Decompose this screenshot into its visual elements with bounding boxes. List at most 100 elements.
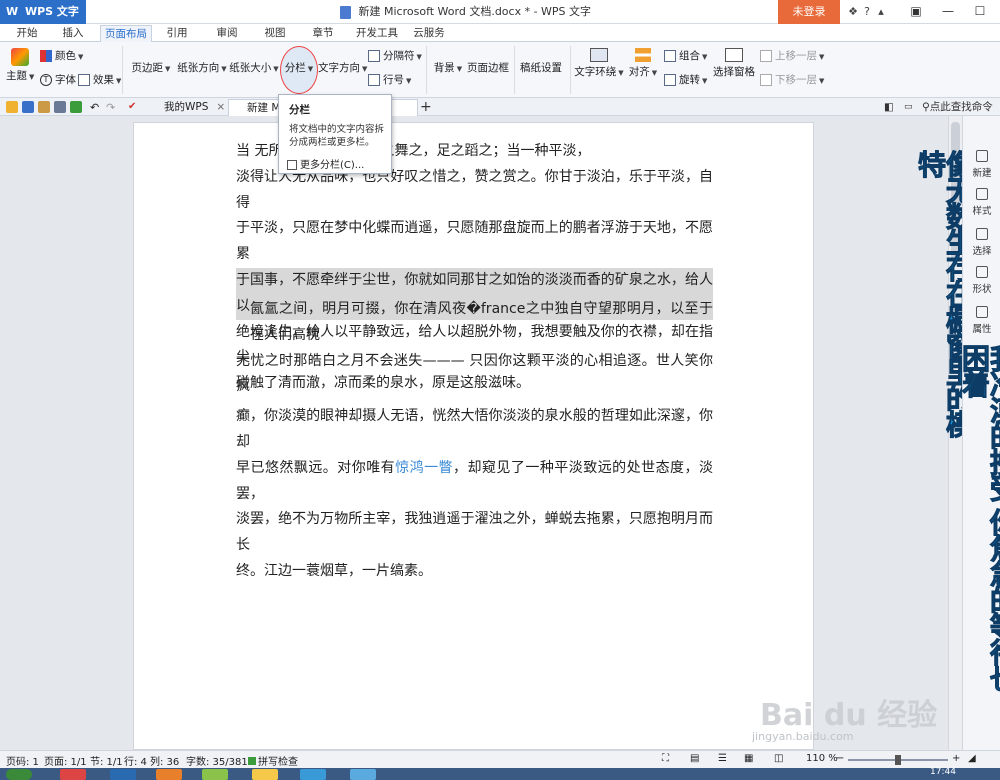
new-tab-button[interactable]: +	[420, 98, 432, 116]
effect-label: 效果	[93, 74, 114, 86]
page-size-button[interactable]: 纸张大小 ▼	[228, 48, 377, 190]
columns-button[interactable]: 分栏 ▼	[282, 48, 431, 190]
outline-view-icon[interactable]: ☰	[718, 753, 727, 764]
taskbar-app-icon[interactable]	[202, 769, 228, 780]
zoom-slider-thumb[interactable]	[895, 755, 901, 765]
tab-insert[interactable]: 插入	[56, 25, 90, 42]
zoom-in-button[interactable]: +	[952, 753, 960, 764]
open-icon[interactable]	[6, 101, 18, 113]
more-columns-item[interactable]: 更多分栏(C)...	[287, 156, 364, 171]
tab-review[interactable]: 审阅	[210, 25, 244, 42]
theme-button[interactable]: 主题 ▼	[6, 48, 34, 83]
print-preview-icon[interactable]	[70, 101, 82, 113]
tab-chapter[interactable]: 章节	[306, 25, 340, 42]
text-wrap-button[interactable]: 文字环绕 ▼	[574, 48, 624, 79]
text-line: 终。江边一蓑烟草，一片缟素。	[236, 562, 432, 579]
paragraph-2[interactable]: 氤氲之间，明月可掇，你在清风夜�france之中独自守望那明月，以至于在人们高枕…	[236, 297, 713, 585]
effect-button[interactable]: 效果 ▼	[78, 72, 121, 87]
redo-icon[interactable]: ↷	[106, 101, 120, 114]
collapse-icon[interactable]: ◧	[884, 98, 894, 116]
search-command[interactable]: ⚲点此查找命令	[922, 98, 993, 116]
panel-properties[interactable]: 属性	[963, 306, 1000, 335]
tab-references[interactable]: 引用	[160, 25, 194, 42]
panel-style[interactable]: 样式	[963, 188, 1000, 217]
theme-label: 主题	[6, 70, 27, 82]
tab-view[interactable]: 视图	[258, 25, 292, 42]
pin-icon[interactable]: ✔	[128, 101, 140, 113]
tab-cloud[interactable]: 云服务	[408, 25, 450, 42]
tab-page-layout[interactable]: 页面布局	[100, 25, 152, 42]
taskbar-app-icon[interactable]	[60, 769, 86, 780]
zoom-level[interactable]: 110 %	[806, 753, 838, 764]
selection-pane-button[interactable]: 选择窗格	[712, 48, 756, 79]
taskbar-app-icon[interactable]	[110, 769, 136, 780]
text-direction-button[interactable]: 文字方向 ▼	[318, 48, 467, 190]
separator-button[interactable]: 分隔符 ▼	[368, 48, 422, 63]
zoom-out-button[interactable]: −	[836, 753, 844, 764]
color-label: 颜色	[55, 50, 76, 62]
shape-icon	[976, 266, 988, 278]
status-word-count[interactable]: 字数: 35/381	[186, 753, 248, 768]
app-menu-button[interactable]: W WPS 文字 ▼	[0, 0, 86, 41]
search-icon: ⚲	[922, 101, 930, 113]
restore-icon[interactable]: ▭	[904, 98, 913, 116]
separator-label: 分隔符	[383, 50, 415, 62]
login-button[interactable]: 未登录	[778, 0, 840, 24]
line-number-button[interactable]: 行号 ▼	[368, 72, 411, 87]
quick-access-bar: ↶ ↷ ✔ 我的WPS × 新建 Mi + ◧ ▭ ⚲点此查找命令	[0, 98, 1000, 116]
fullscreen-icon[interactable]: ⛶	[662, 753, 669, 764]
panel-select-label: 选择	[972, 246, 992, 257]
watermark-logo: Bai du 经验	[760, 698, 938, 733]
tab-my-wps[interactable]: 我的WPS ×	[146, 99, 228, 116]
taskbar-app-icon[interactable]	[252, 769, 278, 780]
help-icon[interactable]: ?	[860, 0, 874, 24]
wps-logo-icon: W	[6, 5, 19, 18]
columns-label: 分栏	[284, 62, 306, 74]
tab-home[interactable]: 开始	[10, 25, 44, 42]
theme-icon	[11, 48, 29, 66]
color-button[interactable]: 颜色 ▼	[40, 48, 83, 63]
restore-down-icon[interactable]: ▣	[900, 0, 932, 22]
read-mode-icon[interactable]: ◫	[774, 753, 783, 764]
maximize-button[interactable]: ☐	[964, 0, 996, 22]
minimize-button[interactable]: —	[932, 0, 964, 22]
close-icon[interactable]: ×	[216, 101, 225, 113]
divider	[570, 46, 571, 94]
hyperlink[interactable]: 惊鸿一瞥	[395, 460, 453, 476]
panel-select[interactable]: 选择	[963, 228, 1000, 257]
rotate-button[interactable]: 旋转 ▼	[664, 72, 707, 87]
save-icon[interactable]	[22, 101, 34, 113]
ribbon: 主题▼ 颜色▼ T字体▼ 效果▼ 页边距▼ 纸张方向▼ 纸张大小▼ 分栏▼ 文字…	[0, 42, 1000, 190]
watermark-url: jingyan.baidu.com	[752, 730, 854, 743]
page-border-button[interactable]: 页面边框	[466, 48, 615, 190]
background-button[interactable]: 背景 ▼	[432, 48, 581, 190]
tooltip-title: 分栏	[289, 104, 310, 116]
tab-developer[interactable]: 开发工具	[350, 25, 404, 42]
margin-button[interactable]: 页边距 ▼	[128, 48, 277, 190]
font-button[interactable]: T字体▼	[40, 72, 83, 87]
style-icon	[976, 188, 988, 200]
export-pdf-icon[interactable]	[38, 101, 50, 113]
taskbar-app-icon[interactable]	[156, 769, 182, 780]
draft-paper-button[interactable]: 稿纸设置	[518, 48, 667, 190]
page-view-icon[interactable]: ▤	[690, 753, 699, 764]
orientation-button[interactable]: 纸张方向 ▼	[176, 48, 325, 190]
rotate-icon	[664, 74, 676, 86]
taskbar-app-icon[interactable]	[350, 769, 376, 780]
taskbar-app-icon[interactable]	[300, 769, 326, 780]
undo-icon[interactable]: ↶	[90, 101, 104, 114]
window-title-text: 新建 Microsoft Word 文档.docx * - WPS 文字	[358, 5, 592, 18]
bring-forward-button[interactable]: 上移一层 ▼	[760, 48, 824, 63]
start-icon[interactable]	[6, 769, 32, 780]
print-icon[interactable]	[54, 101, 66, 113]
send-backward-button[interactable]: 下移一层 ▼	[760, 72, 824, 87]
skin-icon[interactable]: ❖	[846, 0, 860, 24]
align-button[interactable]: 对齐 ▼	[626, 48, 660, 79]
line-number-label: 行号	[383, 74, 404, 86]
spell-check-toggle[interactable]: 拼写检查	[248, 753, 298, 768]
panel-new[interactable]: 新建	[963, 150, 1000, 179]
web-view-icon[interactable]: ▦	[744, 753, 753, 764]
chevron-up-icon[interactable]: ▴	[874, 0, 888, 24]
panel-shape[interactable]: 形状	[963, 266, 1000, 295]
group-button[interactable]: 组合 ▼	[664, 48, 707, 63]
